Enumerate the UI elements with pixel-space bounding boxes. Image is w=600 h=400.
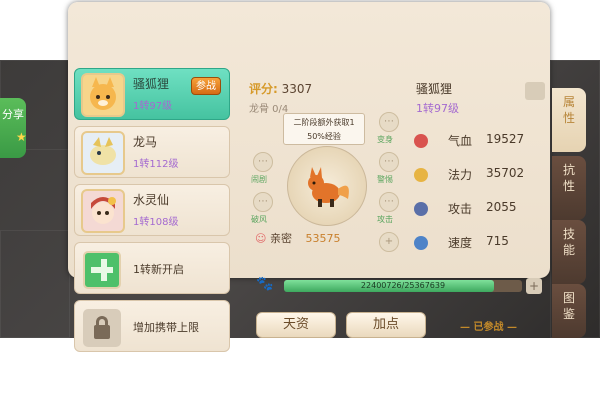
tab-attributes[interactable]: 属性 <box>552 88 586 152</box>
lock-icon <box>83 309 121 347</box>
pet-portrait-circle <box>287 146 367 226</box>
exp-text: 22400726/25367639 <box>360 281 446 290</box>
pet-card-3[interactable]: 水灵仙 1转108级 <box>74 184 230 236</box>
stat-value: 715 <box>486 234 509 248</box>
add-exp-button[interactable]: + <box>526 278 542 294</box>
pet-level: 1转112级 <box>133 159 179 170</box>
rating-value: 3307 <box>281 82 313 96</box>
pet-avatar-dragon-horse <box>81 131 125 175</box>
intimacy: ☺ 亲密 53575 <box>255 232 341 245</box>
skill-slot-2[interactable]: ⋯ <box>253 192 273 212</box>
pet-card-2[interactable]: 龙马 1转112级 <box>74 126 230 178</box>
intimacy-value: 53575 <box>305 232 341 245</box>
plus-icon <box>83 251 121 289</box>
stat-row-mp: 法力 35702 <box>414 166 544 186</box>
skill-label: 破风 <box>251 215 267 224</box>
stat-label: 速度 <box>448 236 473 250</box>
stat-value: 19527 <box>486 132 525 146</box>
pet-name: 骚狐狸 <box>133 77 170 91</box>
pet-level: 1转97级 <box>133 101 173 112</box>
tab-label: 抗性 <box>562 163 575 193</box>
heart-icon <box>414 134 428 148</box>
stat-label: 法力 <box>448 168 473 182</box>
attack-icon <box>414 202 428 216</box>
pet-display: 评分: 3307 龙骨 0/4 二阶段额外获取1 50%经验 ⋯ 闹剧 ⋯ 破风… <box>245 68 405 278</box>
tab-label: 属性 <box>562 95 575 125</box>
skill-slot-3[interactable]: ⋯ <box>379 112 399 132</box>
pet-avatar-fox <box>81 73 125 117</box>
tab-skills[interactable]: 技能 <box>552 220 586 284</box>
unlock-label: 1转新开启 <box>133 263 184 276</box>
stat-value: 35702 <box>486 166 525 180</box>
skill-slot-4[interactable]: ⋯ <box>379 152 399 172</box>
battle-badge: 参战 <box>191 77 221 95</box>
skill-label: 攻击 <box>377 215 393 224</box>
pet-name: 龙马 <box>133 135 158 149</box>
stat-row-speed: 速度 715 <box>414 234 544 254</box>
mana-icon <box>414 168 428 182</box>
pet-avatar-water-fairy <box>81 189 125 233</box>
stat-label: 气血 <box>448 134 473 148</box>
unlock-slot[interactable]: 1转新开启 <box>74 242 230 294</box>
pet-level-header: 1转97级 <box>416 102 459 115</box>
talent-label: 天资 <box>282 317 309 332</box>
locked-slot[interactable]: 增加携带上限 <box>74 300 230 352</box>
talent-button[interactable]: 天资 <box>256 312 336 338</box>
map-tile <box>0 230 70 338</box>
skill-slot-1[interactable]: ⋯ <box>253 152 273 172</box>
tooltip-line: 二阶段额外获取1 <box>293 118 355 127</box>
joined-label: 已参战 <box>473 322 504 333</box>
tooltip-line: 50%经验 <box>307 132 341 141</box>
stat-row-hp: 气血 19527 <box>414 132 544 152</box>
exp-track: 22400726/25367639 <box>284 280 522 292</box>
skill-label: 闹剧 <box>251 175 267 184</box>
share-button[interactable]: 分享 <box>0 98 26 158</box>
skill-slot-5[interactable]: ⋯ <box>379 192 399 212</box>
skill-label: 变身 <box>377 135 393 144</box>
pet-name: 水灵仙 <box>133 193 170 207</box>
exp-bar: 🐾 22400726/25367639 + <box>256 276 546 296</box>
star-icon: ★ <box>16 130 27 144</box>
stat-label: 攻击 <box>448 202 473 216</box>
share-label: 分享 <box>2 108 24 121</box>
skill-label: 警惕 <box>377 175 393 184</box>
tab-label: 技能 <box>562 227 575 257</box>
stat-row-attack: 攻击 2055 <box>414 200 544 220</box>
rating: 评分: 3307 <box>249 80 312 97</box>
dragon-bone-count: 龙骨 0/4 <box>249 104 289 115</box>
stat-value: 2055 <box>486 200 517 214</box>
add-point-button[interactable]: 加点 <box>346 312 426 338</box>
add-point-label: 加点 <box>372 317 399 332</box>
speed-icon <box>414 236 428 250</box>
pet-list: 骚狐狸 1转97级 参战 龙马 1转112级 水灵仙 1转108级 1转新开启 … <box>74 68 234 352</box>
rating-label: 评分: <box>249 82 278 96</box>
fox-pet-model <box>308 167 349 207</box>
exp-tooltip: 二阶段额外获取1 50%经验 <box>283 113 365 145</box>
tab-resistance[interactable]: 抗性 <box>552 156 586 220</box>
pet-card-1[interactable]: 骚狐狸 1转97级 参战 <box>74 68 230 120</box>
joined-battle-indicator: — 已参战 — <box>460 322 517 333</box>
pet-level: 1转108级 <box>133 217 179 228</box>
pet-name-header: 骚狐狸 <box>416 82 453 96</box>
tab-codex[interactable]: 图鉴 <box>552 284 586 338</box>
paw-icon: 🐾 <box>256 276 274 292</box>
add-skill-button[interactable]: + <box>379 232 399 252</box>
lock-label: 增加携带上限 <box>133 321 199 334</box>
rename-button[interactable] <box>525 82 545 100</box>
stats-panel: 骚狐狸 1转97级 气血 19527 法力 35702 攻击 2055 速度 7… <box>410 68 550 298</box>
tab-label: 图鉴 <box>562 291 575 321</box>
intimacy-label: 亲密 <box>269 232 292 245</box>
